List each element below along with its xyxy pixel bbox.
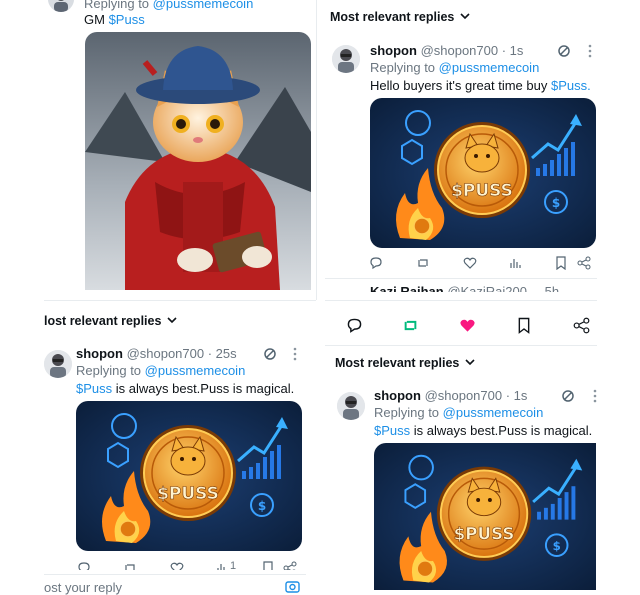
replying-handle-link[interactable]: @pussmemecoin bbox=[439, 60, 540, 75]
grok-icon[interactable] bbox=[560, 388, 576, 404]
handle[interactable]: @KaziRai200 bbox=[447, 284, 527, 292]
action-bar: 1 bbox=[76, 560, 302, 570]
reply-icon[interactable] bbox=[368, 255, 384, 271]
reply-text: Hello buyers it's great time buy $Puss. bbox=[370, 78, 591, 93]
puss-coin-image[interactable]: $PUSS $ bbox=[76, 401, 302, 551]
reply-header: shopon @shopon700 · 25s bbox=[76, 346, 237, 361]
display-name[interactable]: shopon bbox=[76, 346, 123, 361]
views-count: 1 bbox=[230, 560, 237, 570]
reply-icon[interactable] bbox=[345, 316, 363, 334]
divider bbox=[325, 345, 597, 346]
avatar[interactable] bbox=[337, 392, 365, 420]
display-name[interactable]: Kazi Raihan bbox=[370, 284, 444, 292]
sort-label: Most relevant replies bbox=[335, 356, 460, 370]
handle-time[interactable]: @shopon700 · 1s bbox=[425, 388, 528, 403]
post-text: GM $Puss bbox=[84, 12, 145, 27]
retweet-icon[interactable] bbox=[415, 255, 431, 271]
divider bbox=[44, 300, 316, 301]
svg-text:$: $ bbox=[553, 539, 561, 553]
share-icon[interactable] bbox=[282, 560, 298, 570]
sort-label: lost relevant replies bbox=[44, 314, 162, 328]
avatar[interactable] bbox=[48, 0, 74, 12]
reply-text-prefix: Hello buyers it's great time buy bbox=[370, 78, 548, 93]
avatar[interactable] bbox=[332, 45, 360, 73]
reply-text-suffix: is always best.Puss is magical. bbox=[115, 381, 295, 396]
chevron-down-icon bbox=[465, 356, 475, 370]
replying-handle-link[interactable]: @pussmemecoin bbox=[153, 0, 254, 11]
replying-to: Replying to @pussmemecoin bbox=[374, 405, 543, 420]
next-reply-header: Kazi Raihan @KaziRai200 5h bbox=[370, 284, 559, 292]
column-divider bbox=[316, 0, 317, 300]
retweet-icon[interactable] bbox=[401, 316, 419, 334]
sort-replies-dropdown[interactable]: Most relevant replies bbox=[335, 356, 475, 370]
coin-label: $PUSS bbox=[157, 484, 219, 504]
more-icon[interactable] bbox=[287, 346, 303, 362]
replying-prefix: Replying to bbox=[370, 60, 436, 75]
retweet-icon[interactable] bbox=[122, 560, 138, 570]
cashtag-link[interactable]: $Puss bbox=[76, 381, 112, 396]
coin-label: $PUSS bbox=[451, 181, 513, 201]
cashtag-link[interactable]: $Puss bbox=[109, 12, 145, 27]
cashtag-link[interactable]: $Puss. bbox=[551, 78, 591, 93]
chevron-down-icon bbox=[460, 10, 470, 24]
views-icon[interactable] bbox=[507, 255, 523, 271]
svg-text:$: $ bbox=[258, 499, 266, 513]
like-icon[interactable] bbox=[169, 560, 185, 570]
divider bbox=[325, 278, 597, 279]
display-name[interactable]: shopon bbox=[374, 388, 421, 403]
grok-icon[interactable] bbox=[556, 43, 572, 59]
reply-box[interactable]: ost your reply bbox=[44, 580, 122, 595]
replying-to: Replying to @pussmemecoin bbox=[84, 0, 253, 11]
grok-icon[interactable] bbox=[262, 346, 278, 362]
reply-text: $Puss is always best.Puss is magical. bbox=[76, 381, 294, 396]
puss-coin-image[interactable]: $PUSS $ bbox=[374, 443, 596, 590]
share-icon[interactable] bbox=[576, 255, 592, 271]
replying-handle-link[interactable]: @pussmemecoin bbox=[443, 405, 544, 420]
replying-prefix: Replying to bbox=[76, 363, 142, 378]
reply-text-suffix: is always best.Puss is magical. bbox=[413, 423, 593, 438]
sort-replies-dropdown[interactable]: lost relevant replies bbox=[44, 314, 177, 328]
like-icon[interactable] bbox=[458, 316, 476, 334]
sort-label: Most relevant replies bbox=[330, 10, 455, 24]
sort-replies-dropdown[interactable]: Most relevant replies bbox=[330, 10, 470, 24]
bookmark-icon[interactable] bbox=[553, 255, 569, 271]
cashtag-link[interactable]: $Puss bbox=[374, 423, 410, 438]
reply-icon[interactable] bbox=[76, 560, 92, 570]
replying-prefix: Replying to bbox=[84, 0, 150, 11]
svg-text:$: $ bbox=[552, 196, 560, 210]
display-name[interactable]: shopon bbox=[370, 43, 417, 58]
handle-time[interactable]: @shopon700 · 25s bbox=[127, 346, 237, 361]
replying-to: Replying to @pussmemecoin bbox=[76, 363, 245, 378]
divider bbox=[325, 300, 597, 301]
views-icon[interactable] bbox=[214, 560, 230, 570]
reply-box-placeholder: ost your reply bbox=[44, 580, 123, 595]
bookmark-icon[interactable] bbox=[515, 316, 533, 334]
coin-label: $PUSS bbox=[454, 524, 515, 543]
reply-header: shopon @shopon700 · 1s bbox=[374, 388, 527, 403]
like-icon[interactable] bbox=[462, 255, 478, 271]
replying-to: Replying to @pussmemecoin bbox=[370, 60, 539, 75]
share-icon[interactable] bbox=[572, 316, 590, 334]
more-icon[interactable] bbox=[582, 43, 598, 59]
camera-icon[interactable] bbox=[284, 578, 300, 594]
more-icon[interactable] bbox=[587, 388, 603, 404]
post-text-prefix: GM bbox=[84, 12, 105, 27]
timestamp: 5h bbox=[544, 284, 560, 292]
puss-coin-image[interactable]: $PUSS $ bbox=[370, 98, 596, 248]
chevron-down-icon bbox=[167, 314, 177, 328]
reply-text: $Puss is always best.Puss is magical. bbox=[374, 423, 592, 438]
reply-header: shopon @shopon700 · 1s bbox=[370, 43, 523, 58]
divider bbox=[44, 574, 306, 575]
bookmark-icon[interactable] bbox=[260, 560, 276, 570]
replying-prefix: Replying to bbox=[374, 405, 440, 420]
cat-image[interactable] bbox=[85, 32, 311, 290]
replying-handle-link[interactable]: @pussmemecoin bbox=[145, 363, 246, 378]
avatar[interactable] bbox=[44, 350, 72, 378]
handle-time[interactable]: @shopon700 · 1s bbox=[421, 43, 524, 58]
